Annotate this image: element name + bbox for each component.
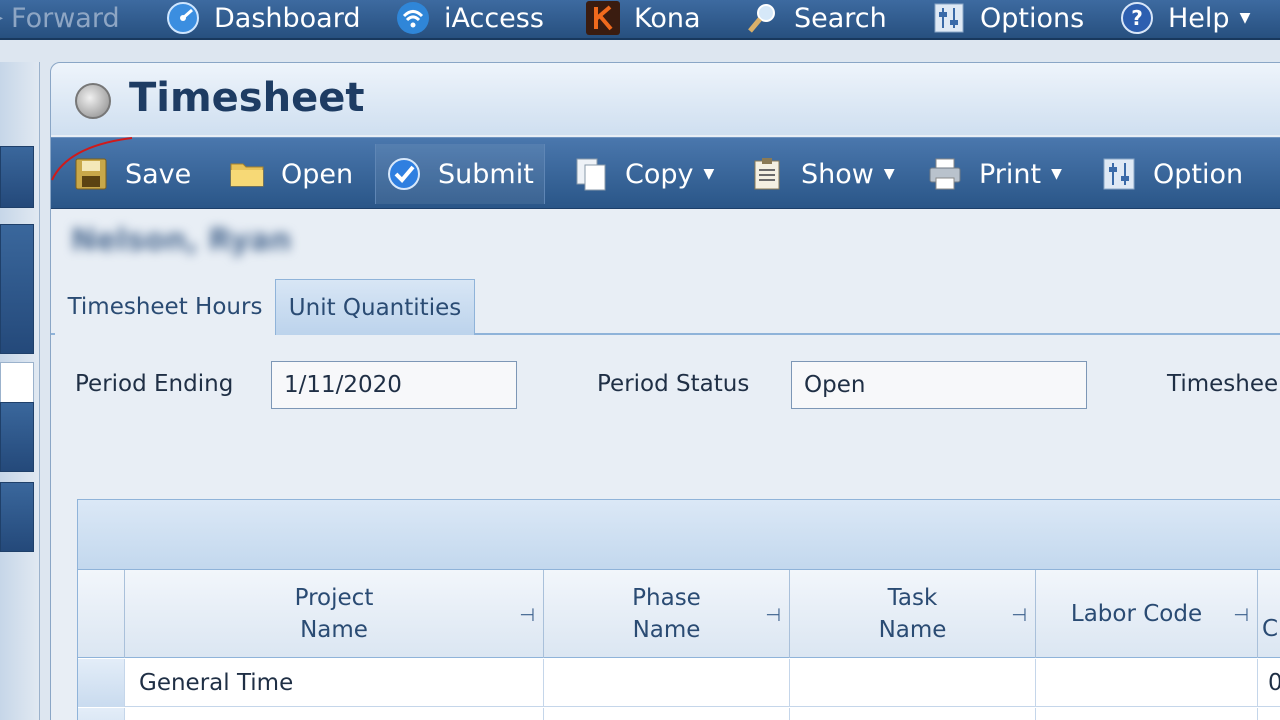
nav-help[interactable]: ? Help ▼ [1120,0,1250,36]
save-button[interactable]: Save [63,144,201,204]
timesheet-grid: Project Name ⊣ Phase Name ⊣ Task Name ⊣ Lab… [77,499,1280,720]
help-question-icon: ? [1120,1,1154,35]
table-row[interactable]: General Time 0 [78,659,1280,707]
option-button[interactable]: Option [1091,144,1253,204]
pin-icon[interactable]: ⊣ [519,600,535,632]
nav-options[interactable]: Options [932,0,1084,36]
option-sliders-icon [1101,156,1137,192]
show-clipboard-icon [749,156,785,192]
c-cell[interactable] [1258,708,1280,720]
print-button[interactable]: Print ▼ [917,144,1072,204]
page-title: Timesheet [129,75,365,121]
search-icon [746,1,780,35]
left-panel-tab[interactable] [0,402,34,472]
nav-kona[interactable]: Kona [586,0,701,36]
column-header-c[interactable]: C [1258,570,1280,658]
action-toolbar: Save Open Submit Copy ▼ Show ▼ Print ▼ O… [51,137,1280,209]
open-folder-icon [229,156,265,192]
c-cell[interactable]: 0 [1258,659,1280,707]
open-button[interactable]: Open [219,144,363,204]
pin-icon[interactable]: ⊣ [1011,600,1027,632]
left-panel-tab[interactable] [0,224,34,354]
show-dropdown-icon[interactable]: ▼ [884,166,895,182]
dashboard-gauge-icon [166,1,200,35]
labor-code-cell[interactable] [1036,659,1258,707]
timesheet-label: Timeshee [1167,371,1279,397]
submit-check-icon [386,156,422,192]
tab-unit-quantities[interactable]: Unit Quantities [275,279,475,335]
show-button[interactable]: Show ▼ [739,144,905,204]
task-name-cell[interactable] [790,708,1036,720]
nav-search[interactable]: Search [746,0,887,36]
tab-timesheet-hours[interactable]: Timesheet Hours [55,279,275,335]
print-dropdown-icon[interactable]: ▼ [1051,166,1062,182]
clock-icon [75,83,111,119]
phase-name-cell[interactable] [544,708,790,720]
wifi-icon [396,1,430,35]
row-selector[interactable] [78,659,125,707]
printer-icon [927,156,963,192]
period-ending-field[interactable]: 1/11/2020 [271,361,517,409]
row-selector-header [78,570,125,658]
task-name-cell[interactable] [790,659,1036,707]
grid-header-row: Project Name ⊣ Phase Name ⊣ Task Name ⊣ Lab… [78,570,1280,658]
table-row[interactable]: PTO [78,708,1280,720]
forward-arrow-icon: ▸ [0,10,3,26]
svg-text:?: ? [1131,6,1143,30]
period-status-label: Period Status [597,371,750,397]
copy-pages-icon [573,156,609,192]
grid-group-panel [78,500,1280,570]
help-dropdown-icon: ▼ [1239,10,1251,26]
left-sidebar [0,62,40,720]
left-panel-tab[interactable] [0,482,34,552]
top-navigation: ▸ Forward Dashboard iAccess Kona Search … [0,0,1280,40]
period-ending-label: Period Ending [75,371,234,397]
labor-code-cell[interactable] [1036,708,1258,720]
row-selector[interactable] [78,708,125,720]
column-header-phase-name[interactable]: Phase Name ⊣ [544,570,790,658]
pin-icon[interactable]: ⊣ [1233,600,1249,632]
kona-logo-icon [586,1,620,35]
nav-forward[interactable]: ▸ Forward [0,0,120,36]
submit-button[interactable]: Submit [375,144,545,204]
left-panel-tab[interactable] [0,146,34,208]
phase-name-cell[interactable] [544,659,790,707]
timesheet-tabs: Timesheet Hours Unit Quantities [51,279,1280,335]
employee-name: Nelson, Ryan [71,223,292,258]
save-disk-icon [73,156,109,192]
nav-iaccess[interactable]: iAccess [396,0,544,36]
column-header-project-name[interactable]: Project Name ⊣ [125,570,544,658]
nav-dashboard[interactable]: Dashboard [166,0,360,36]
project-name-cell[interactable]: PTO [125,708,544,720]
period-status-field: Open [791,361,1087,409]
panel-title-bar: Timesheet [51,63,1280,135]
options-sliders-icon [932,1,966,35]
copy-button[interactable]: Copy ▼ [563,144,724,204]
project-name-cell[interactable]: General Time [125,659,544,707]
column-header-labor-code[interactable]: Labor Code ⊣ [1036,570,1258,658]
copy-dropdown-icon[interactable]: ▼ [704,166,715,182]
pin-icon[interactable]: ⊣ [765,600,781,632]
column-header-task-name[interactable]: Task Name ⊣ [790,570,1036,658]
timesheet-panel: Timesheet Save Open Submit Copy ▼ Show ▼… [50,62,1280,720]
